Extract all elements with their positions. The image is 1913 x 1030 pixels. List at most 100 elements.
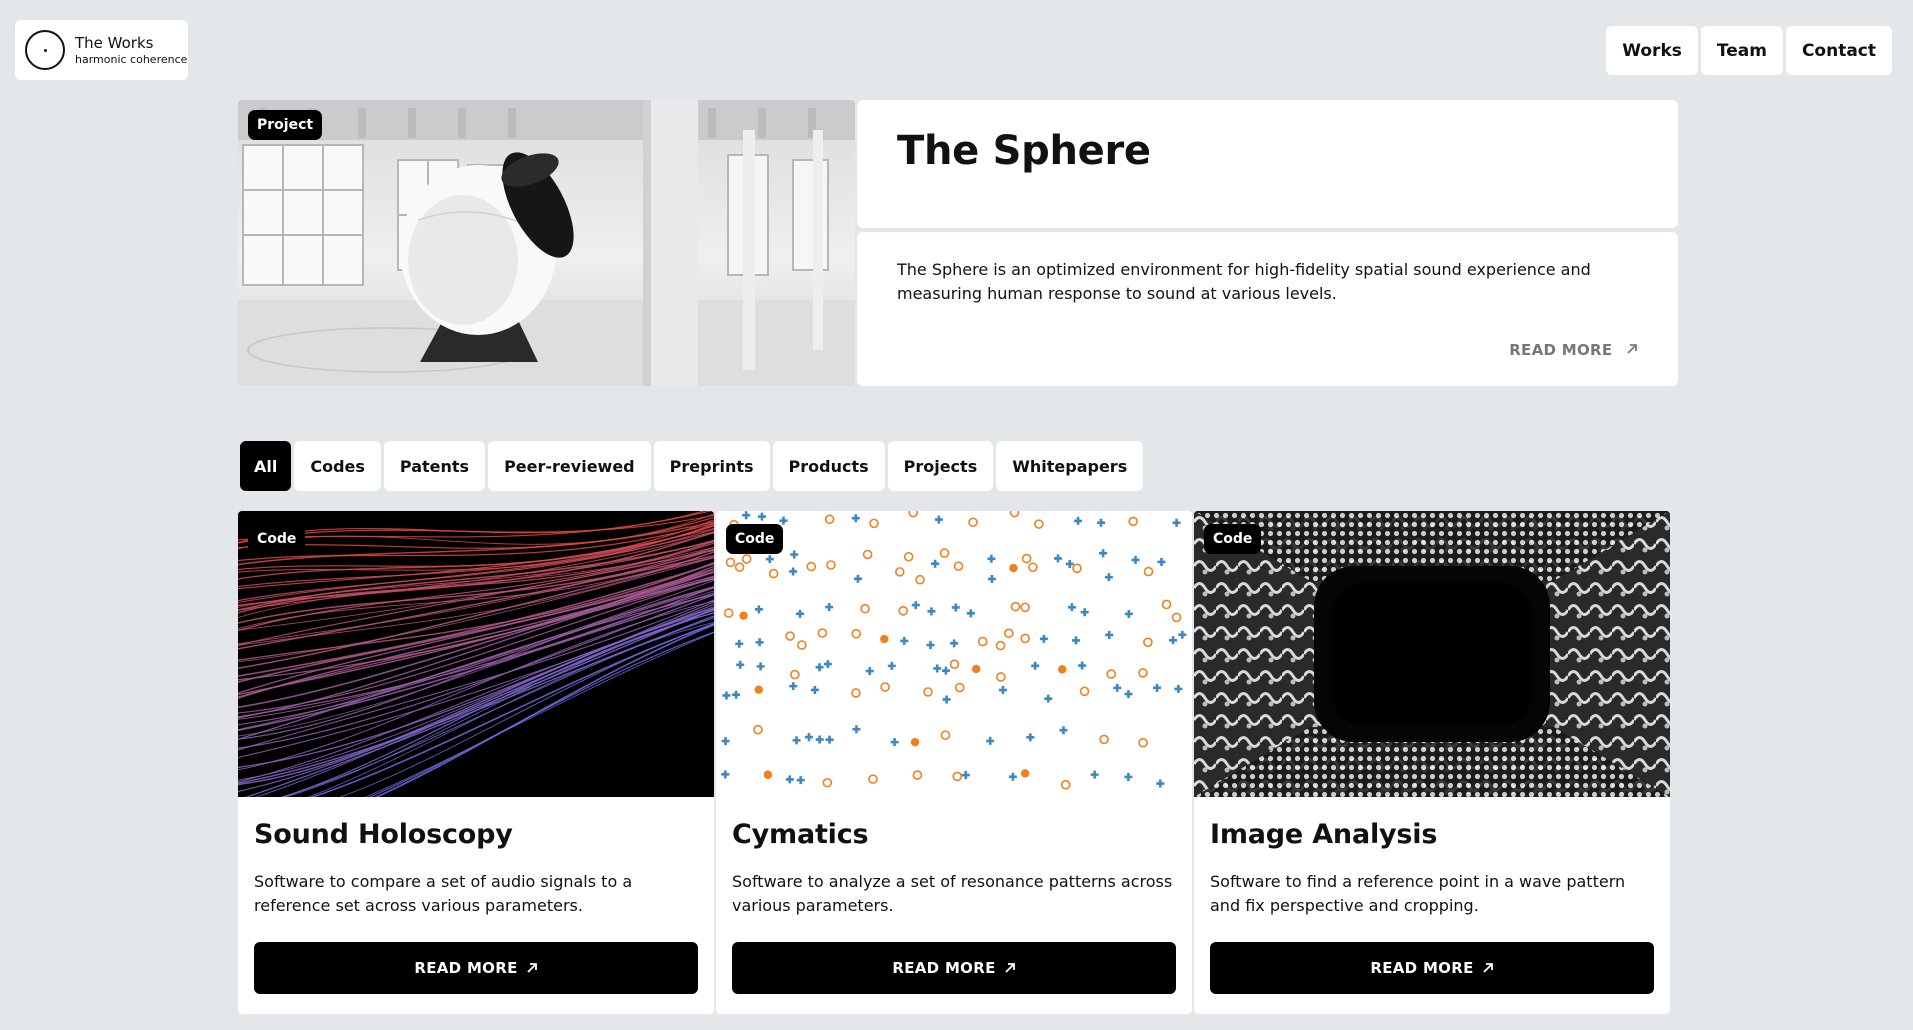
cymatics-ring-marker	[1143, 637, 1153, 648]
card-cymatics[interactable]: Code Cymatics Software to analyze a set …	[716, 511, 1192, 1014]
cymatics-cross-marker	[1080, 608, 1089, 617]
cymatics-cross-marker	[987, 554, 996, 563]
cymatics-cross-marker	[792, 736, 801, 745]
tab-whitepapers[interactable]: Whitepapers	[996, 441, 1144, 491]
logo-circle-icon	[25, 30, 65, 70]
cymatics-ring-marker	[952, 771, 963, 782]
card-image-analysis[interactable]: Code Image Analysis Software to find a r…	[1194, 511, 1670, 1014]
tab-preprints[interactable]: Preprints	[653, 441, 770, 491]
cymatics-ring-marker	[995, 640, 1006, 651]
cymatics-ring-marker	[1021, 553, 1032, 564]
card-title: Image Analysis	[1210, 819, 1438, 850]
cymatics-ring-marker	[968, 517, 978, 528]
cymatics-ring-marker	[741, 554, 752, 564]
cymatics-cross-marker	[1156, 779, 1165, 788]
cymatics-dot-marker	[971, 664, 981, 674]
cymatics-cross-marker	[931, 559, 940, 568]
cymatics-ring-marker	[1020, 633, 1030, 644]
cymatics-cross-marker	[1071, 636, 1080, 645]
card-sound-holoscopy[interactable]: Code Sound Holoscopy Software to compare…	[238, 511, 714, 1014]
cymatics-cross-marker	[1074, 516, 1083, 525]
cymatics-cross-marker	[1039, 634, 1048, 643]
cymatics-cross-marker	[1026, 733, 1035, 742]
cymatics-cross-marker	[986, 736, 995, 745]
cymatics-ring-marker	[785, 631, 795, 641]
card-description: Software to analyze a set of resonance p…	[732, 872, 1173, 915]
cymatics-ring-marker	[1079, 686, 1090, 697]
card-image[interactable]: Code	[716, 511, 1192, 797]
cymatics-cross-marker	[942, 695, 951, 704]
cymatics-ring-marker	[822, 777, 833, 788]
cymatics-cross-marker	[1044, 694, 1053, 703]
nav-contact[interactable]: Contact	[1785, 26, 1892, 75]
holoscopy-lines-image	[238, 511, 714, 797]
cymatics-ring-marker	[908, 511, 919, 518]
card-image[interactable]: Code	[1194, 511, 1670, 797]
cymatics-cross-marker	[1008, 772, 1017, 781]
cymatics-ring-marker	[1106, 669, 1117, 679]
hero-title: The Sphere	[897, 128, 1151, 174]
cymatics-cross-marker	[1169, 636, 1178, 645]
card-image[interactable]: Code	[238, 511, 714, 797]
cymatics-ring-marker	[1034, 519, 1044, 529]
cymatics-cross-marker	[789, 682, 798, 691]
cymatics-dot-marker	[754, 685, 763, 694]
tab-products[interactable]: Products	[772, 441, 885, 491]
cymatics-cross-marker	[961, 771, 970, 780]
cymatics-cross-marker	[1078, 661, 1087, 670]
hero-read-more-link[interactable]: READ MORE	[1509, 341, 1638, 359]
cymatics-ring-marker	[898, 606, 909, 616]
cymatics-cross-marker	[1090, 770, 1099, 779]
hero-description: The Sphere is an optimized environment f…	[897, 260, 1591, 303]
read-more-button[interactable]: READ MORE	[732, 942, 1176, 994]
cymatics-ring-marker	[797, 640, 807, 650]
cymatics-cross-marker	[790, 550, 799, 559]
cymatics-ring-marker	[868, 774, 878, 784]
holoscopy-line	[238, 599, 714, 751]
sphere-photo	[238, 100, 855, 386]
hero-title-card: The Sphere	[857, 100, 1678, 228]
nav-team[interactable]: Team	[1700, 26, 1783, 75]
cymatics-ring-marker	[768, 568, 779, 579]
cymatics-cross-marker	[1105, 630, 1114, 639]
cymatics-cross-marker	[785, 775, 794, 784]
cymatics-cross-marker	[796, 776, 805, 785]
cymatics-ring-marker	[915, 574, 925, 585]
nav-works[interactable]: Works	[1606, 26, 1698, 75]
cymatics-ring-marker	[1060, 779, 1071, 790]
hero-image[interactable]: Project	[238, 100, 855, 386]
cymatics-ring-marker	[1072, 563, 1082, 574]
site-logo[interactable]: The Works harmonic coherence	[15, 20, 188, 80]
card-title: Cymatics	[732, 819, 869, 850]
cymatics-ring-marker	[977, 636, 988, 647]
read-more-button[interactable]: READ MORE	[254, 942, 698, 994]
card-description: Software to find a reference point in a …	[1210, 872, 1626, 915]
arrow-up-right-icon	[1482, 963, 1493, 973]
tab-projects[interactable]: Projects	[887, 441, 994, 491]
holoscopy-line	[238, 511, 706, 544]
cymatics-cross-marker	[1067, 603, 1076, 612]
read-more-button[interactable]: READ MORE	[1210, 942, 1654, 994]
tab-peer-reviewed[interactable]: Peer-reviewed	[488, 441, 651, 491]
tab-patents[interactable]: Patents	[383, 441, 486, 491]
cymatics-cross-marker	[765, 555, 774, 564]
cymatics-ring-marker	[1020, 602, 1030, 613]
cymatics-cross-marker	[732, 690, 741, 699]
filter-tabs: All Codes Patents Peer-reviewed Preprint…	[240, 441, 1144, 491]
cymatics-ring-marker	[1143, 566, 1154, 577]
card-description: Software to compare a set of audio signa…	[254, 872, 633, 915]
cymatics-cross-marker	[755, 638, 764, 647]
card-badge: Code	[726, 524, 784, 554]
cymatics-ring-marker	[826, 560, 836, 570]
cymatics-dot-marker	[880, 634, 889, 644]
cymatics-cross-marker	[810, 685, 819, 694]
cymatics-cross-marker	[742, 511, 751, 520]
cymatics-cross-marker	[1099, 549, 1108, 558]
cymatics-dot-marker	[1020, 769, 1030, 778]
card-badge: Code	[248, 524, 306, 554]
cymatics-cross-marker	[754, 605, 763, 614]
tab-all[interactable]: All	[240, 441, 292, 491]
cymatics-cross-marker	[1124, 609, 1133, 618]
tab-codes[interactable]: Codes	[294, 441, 381, 491]
cymatics-cross-marker	[1174, 684, 1183, 693]
